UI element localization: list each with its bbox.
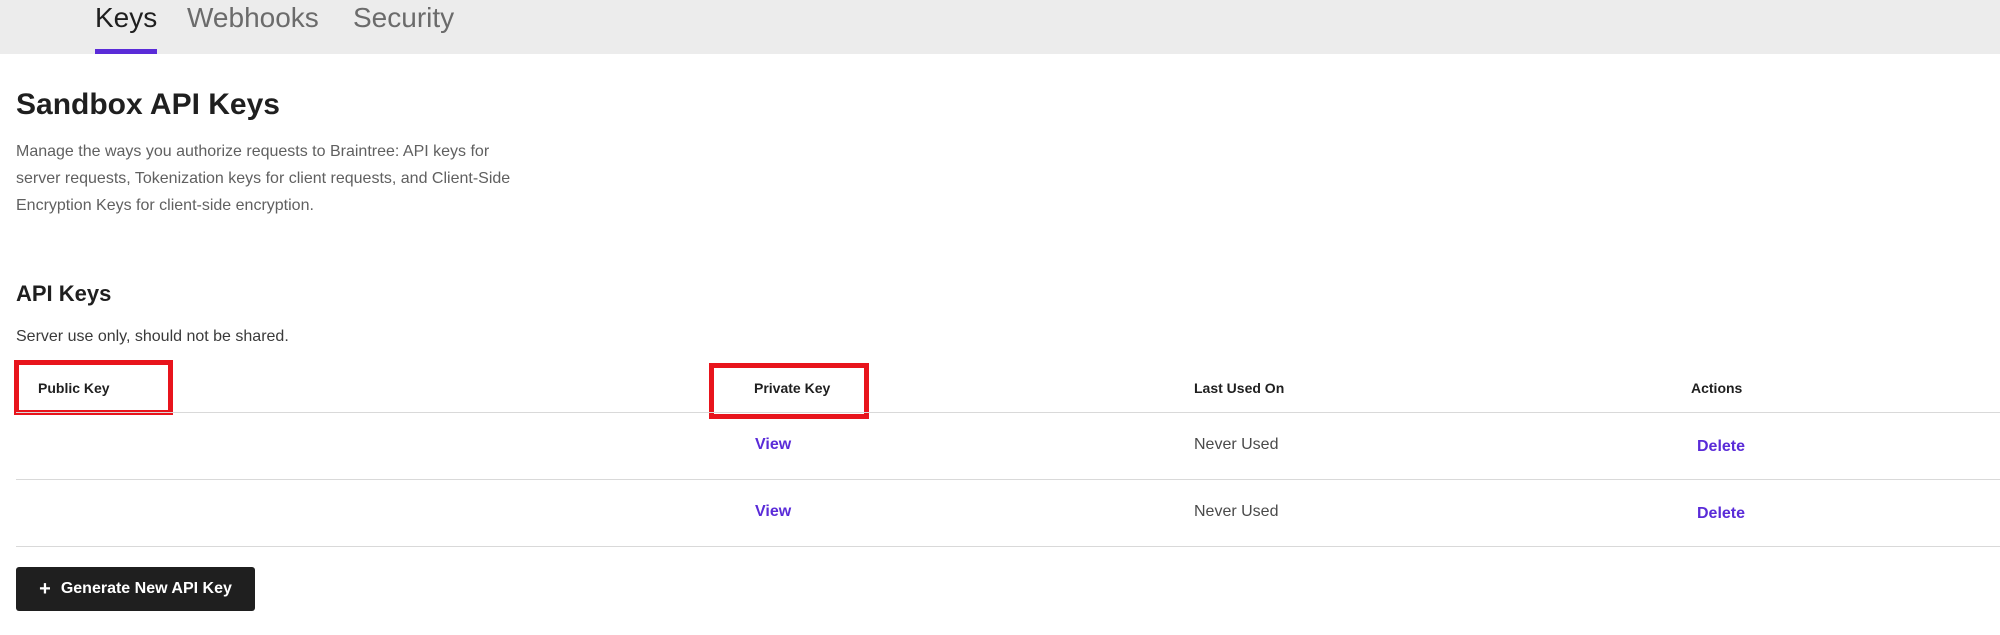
tab-security[interactable]: Security (353, 0, 454, 54)
column-header-actions: Actions (1691, 380, 1743, 396)
table-header-divider (16, 412, 2000, 413)
page-description: Manage the ways you authorize requests t… (16, 143, 511, 214)
column-header-last-used-on: Last Used On (1194, 380, 1285, 396)
generate-new-api-key-button[interactable]: + Generate New API Key (16, 567, 255, 611)
last-used-value: Never Used (1194, 503, 1279, 520)
generate-button-label: Generate New API Key (60, 580, 232, 597)
section-title-api-keys: API Keys (16, 281, 112, 306)
delete-key-link[interactable]: Delete (1697, 438, 1745, 456)
tab-webhooks[interactable]: Webhooks (187, 0, 319, 54)
column-header-private-key: Private Key (754, 380, 831, 396)
page-title: Sandbox API Keys (16, 88, 280, 121)
table-row-divider (16, 479, 2000, 480)
tab-keys[interactable]: Keys (95, 0, 158, 54)
section-description-api-keys: Server use only, should not be shared. (16, 328, 289, 345)
table-row-divider (16, 546, 2000, 547)
view-private-key-link[interactable]: View (755, 503, 791, 521)
plus-icon: + (39, 578, 51, 600)
view-private-key-link[interactable]: View (755, 436, 791, 454)
last-used-value: Never Used (1194, 436, 1279, 453)
column-header-public-key: Public Key (38, 380, 110, 396)
tab-bar: Keys Webhooks Security (0, 0, 2000, 54)
delete-key-link[interactable]: Delete (1697, 505, 1745, 523)
